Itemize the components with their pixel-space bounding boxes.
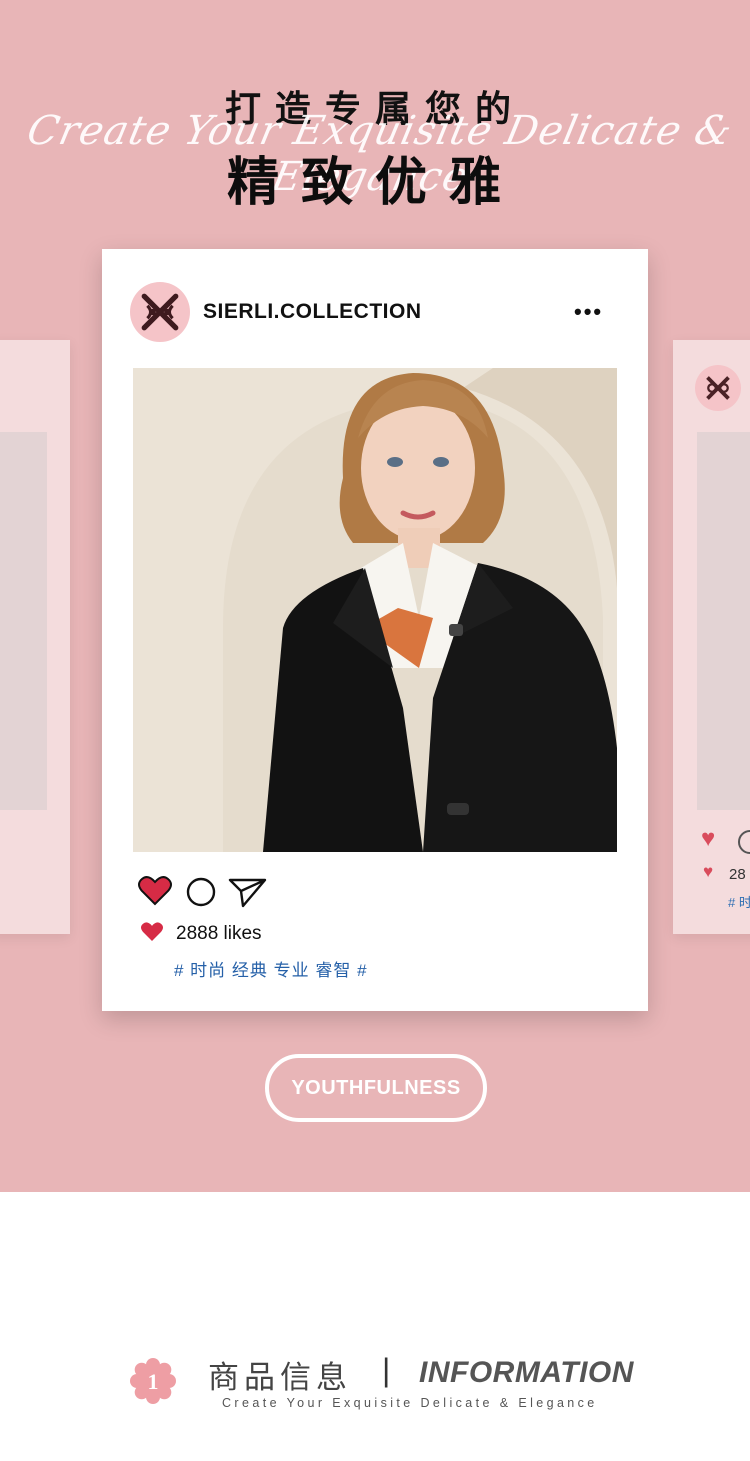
comment-icon (738, 830, 750, 854)
youthfulness-button[interactable]: YOUTHFULNESS (265, 1054, 487, 1122)
side-post-card-left (0, 340, 70, 934)
side-post-likes: 28 (729, 866, 746, 883)
post-photo (133, 368, 617, 852)
info-subtitle: Create Your Exquisite Delicate & Eleganc… (222, 1396, 598, 1410)
hero-title-main: 精致优雅 (226, 153, 523, 213)
logo-icon (141, 293, 179, 331)
logo-icon (706, 376, 730, 400)
info-title-en: INFORMATION (419, 1356, 634, 1389)
info-title-zh: 商品信息 (208, 1360, 352, 1396)
account-handle[interactable]: SIERLI.COLLECTION (203, 300, 422, 324)
title-separator: | (382, 1352, 391, 1388)
comment-icon[interactable] (186, 877, 216, 911)
post-card: SIERLI.COLLECTION ••• 2888 likes # 时尚 经典… (102, 249, 648, 1011)
heart-icon: ♥ (701, 825, 716, 852)
side-post-card-right: ♥ ♥ 28 # 时 (673, 340, 750, 934)
share-icon[interactable] (228, 877, 268, 913)
heart-icon (140, 921, 164, 948)
side-post-tags: # 时 (728, 895, 750, 910)
side-post-photo-placeholder (697, 432, 750, 810)
info-section-header: 1 商品信息 | INFORMATION Create Your Exquisi… (0, 1340, 750, 1420)
avatar[interactable] (130, 282, 190, 342)
flower-badge-icon: 1 (130, 1358, 176, 1409)
more-options-icon[interactable]: ••• (574, 301, 603, 323)
side-post-avatar (695, 365, 741, 411)
likes-count[interactable]: 2888 likes (176, 923, 262, 945)
hero-section: 打造专属您的 Create Your Exquisite Delicate & … (0, 0, 750, 1192)
post-tags[interactable]: # 时尚 经典 专业 睿智 # (174, 956, 368, 981)
heart-icon: ♥ (703, 862, 714, 881)
side-post-photo-placeholder (0, 432, 47, 810)
heart-icon[interactable] (138, 875, 172, 911)
badge-number: 1 (148, 1369, 159, 1394)
